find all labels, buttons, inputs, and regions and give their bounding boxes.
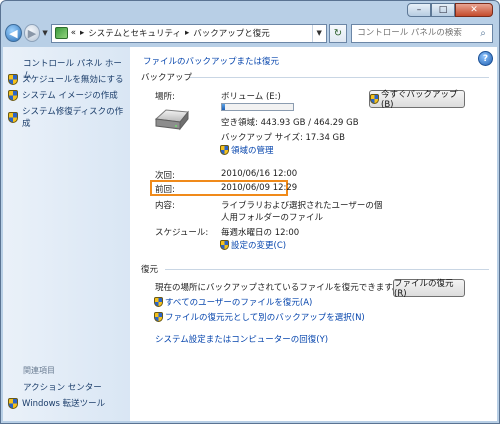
select-other-backup-link[interactable]: ファイルの復元元として別のバックアップを選択(N): [154, 311, 365, 323]
window: – □ ✕ ◀ ▶ ▼ « ▸ システムとセキュリティ ▸ バックアップと復元 …: [0, 0, 500, 424]
help-icon[interactable]: ?: [478, 51, 493, 66]
sidebar: コントロール パネル ホーム スケジュールを無効にする システム イメージの作成…: [3, 47, 130, 421]
navigation-bar: ◀ ▶ ▼ « ▸ システムとセキュリティ ▸ バックアップと復元 ▼ ↻ ⌕: [5, 23, 493, 43]
forward-button[interactable]: ▶: [23, 24, 41, 42]
section-divider: [165, 269, 489, 270]
sidebar-item-label: システム イメージの作成: [22, 91, 118, 101]
control-panel-icon: [54, 27, 68, 39]
next-backup-value: 2010/06/16 12:00: [221, 169, 298, 179]
restore-files-label: ファイルの復元(R): [394, 279, 454, 299]
address-dropdown-icon[interactable]: ▼: [311, 24, 326, 42]
shield-icon: [8, 73, 18, 85]
location-label: 場所:: [155, 92, 175, 102]
sidebar-item-label: システム修復ディスクの作成: [22, 107, 124, 129]
sidebar-item-disable-schedule[interactable]: スケジュールを無効にする: [8, 73, 124, 85]
close-button[interactable]: ✕: [455, 3, 493, 17]
address-overflow-chevron[interactable]: «: [71, 28, 76, 38]
free-space-bar: [221, 103, 294, 111]
search-box[interactable]: ⌕: [351, 23, 493, 43]
separator-icon[interactable]: ▸: [185, 28, 189, 38]
refresh-button[interactable]: ↻: [328, 23, 348, 43]
manage-space-link[interactable]: 領域の管理: [220, 144, 274, 156]
contents-value-line1: ライブラリおよび選択されたユーザーの個: [221, 201, 383, 211]
backup-size-text: バックアップ サイズ: 17.34 GB: [221, 133, 345, 143]
free-space-bar-fill: [222, 104, 226, 110]
main-content: ? ファイルのバックアップまたは復元 バックアップ 場所: ボリューム (E:)…: [130, 47, 497, 421]
shield-icon: [220, 240, 229, 250]
backup-now-label: 今すぐバックアップ(B): [381, 90, 458, 110]
related-heading: 関連項目: [23, 366, 55, 375]
sidebar-item-label: Windows 転送ツール: [22, 399, 106, 409]
last-backup-label: 前回:: [155, 185, 175, 195]
restore-all-users-link[interactable]: すべてのユーザーのファイルを復元(A): [154, 296, 312, 308]
recent-pages-dropdown[interactable]: ▼: [42, 29, 47, 37]
restore-all-users-label: すべてのユーザーのファイルを復元(A): [165, 298, 313, 308]
shield-icon: [220, 145, 229, 155]
backup-now-button[interactable]: 今すぐバックアップ(B): [369, 90, 465, 110]
schedule-label: スケジュール:: [155, 228, 209, 238]
window-controls: – □ ✕: [407, 3, 493, 17]
schedule-value: 毎週水曜日の 12:00: [221, 228, 300, 238]
shield-icon: [154, 297, 163, 307]
restore-files-button[interactable]: ファイルの復元(R): [393, 279, 465, 299]
sidebar-item-windows-transfer[interactable]: Windows 転送ツール: [8, 397, 105, 409]
shield-icon: [154, 312, 163, 322]
minimize-button[interactable]: –: [407, 3, 431, 17]
separator-icon[interactable]: ▸: [80, 28, 84, 38]
shield-icon: [8, 397, 18, 409]
shield-icon: [8, 89, 18, 101]
hard-drive-icon: [154, 109, 189, 131]
search-icon[interactable]: ⌕: [474, 28, 492, 39]
manage-space-label: 領域の管理: [231, 146, 274, 156]
change-settings-link[interactable]: 設定の変更(C): [220, 239, 286, 251]
breadcrumb-system-security[interactable]: システムとセキュリティ: [88, 27, 181, 39]
breadcrumb-backup-restore[interactable]: バックアップと復元: [193, 27, 270, 39]
maximize-button[interactable]: □: [431, 3, 455, 17]
sidebar-item-label: スケジュールを無効にする: [22, 75, 124, 85]
sidebar-item-action-center[interactable]: アクション センター: [23, 381, 102, 393]
contents-value-line2: 人用フォルダーのファイル: [221, 213, 324, 223]
section-divider: [190, 77, 489, 78]
sidebar-item-create-repair-disc[interactable]: システム修復ディスクの作成: [8, 105, 130, 129]
address-bar[interactable]: « ▸ システムとセキュリティ ▸ バックアップと復元 ▼: [50, 23, 327, 43]
backup-restore-title-link[interactable]: ファイルのバックアップまたは復元: [143, 55, 279, 67]
last-backup-value: 2010/06/09 12:29: [221, 183, 298, 193]
shield-icon: [8, 111, 18, 123]
back-button[interactable]: ◀: [5, 24, 22, 42]
backup-volume: ボリューム (E:): [221, 92, 281, 102]
restore-description: 現在の場所にバックアップされているファイルを復元できます。: [155, 283, 401, 293]
contents-label: 内容:: [155, 201, 175, 211]
search-input[interactable]: [357, 28, 474, 38]
free-space-text: 空き領域: 443.93 GB / 464.29 GB: [221, 118, 359, 128]
change-settings-label: 設定の変更(C): [231, 241, 287, 251]
shield-icon: [370, 94, 379, 104]
recover-system-link[interactable]: システム設定またはコンピューターの回復(Y): [155, 333, 328, 345]
select-other-backup-label: ファイルの復元元として別のバックアップを選択(N): [165, 313, 365, 323]
restore-section-heading: 復元: [141, 265, 159, 275]
backup-section-heading: バックアップ: [141, 73, 193, 83]
sidebar-item-create-system-image[interactable]: システム イメージの作成: [8, 89, 118, 101]
